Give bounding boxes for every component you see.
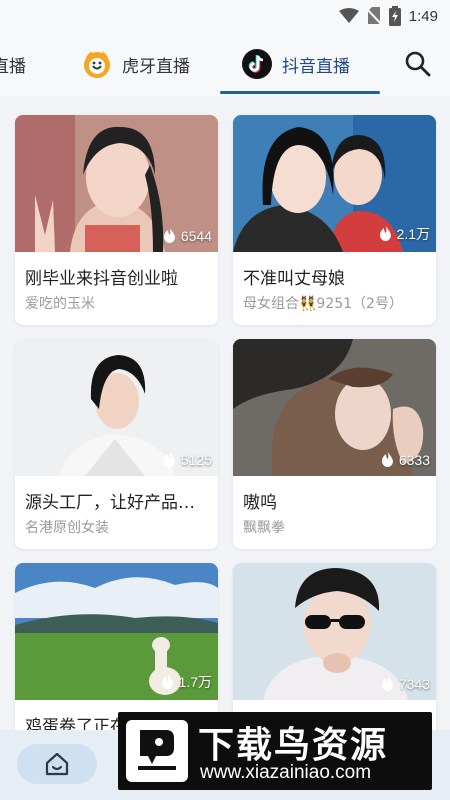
card-thumbnail: 1.7万 [15, 563, 218, 700]
live-room-card[interactable]: 6544 刚毕业来抖音创业啦 爱吃的玉米 [15, 115, 218, 325]
tab-partial[interactable]: 直播 [0, 32, 40, 96]
huya-logo-icon [84, 51, 110, 78]
heat-count: 2.1万 [396, 226, 430, 242]
card-thumbnail: 6333 [233, 339, 436, 476]
streamer-name: 爱吃的玉米 [25, 296, 95, 312]
fire-icon [163, 228, 175, 243]
card-thumbnail: 6544 [15, 115, 218, 252]
heat-indicator: 6333 [381, 452, 430, 468]
tab-label: 直播 [0, 56, 26, 77]
card-thumbnail: 5125 [15, 339, 218, 476]
live-room-card[interactable]: 5125 源头工厂，让好产品… 名港原创女装 [15, 339, 218, 549]
heat-count: 5125 [180, 452, 212, 468]
active-tab-indicator [220, 91, 380, 94]
nav-home-button[interactable] [17, 744, 97, 784]
room-title: 不准叫丈母娘 [243, 269, 345, 289]
room-title: 源头工厂，让好产品… [25, 493, 195, 513]
card-thumbnail: 7343 [233, 563, 436, 700]
no-sim-icon [366, 7, 381, 25]
fire-icon [381, 452, 393, 467]
heat-indicator: 5125 [163, 452, 212, 468]
douyin-logo-icon [242, 49, 272, 79]
streamer-name: 飘飘拳 [243, 520, 285, 536]
tab-huya-live[interactable]: 虎牙直播 [82, 32, 190, 96]
battery-icon [388, 6, 401, 26]
search-button[interactable] [404, 50, 432, 78]
platform-tab-bar: 直播 虎牙直播 抖音直播 [0, 32, 450, 96]
heat-count: 7343 [398, 676, 430, 692]
heat-count: 1.7万 [178, 674, 212, 690]
fire-icon [161, 674, 173, 689]
fire-icon [381, 676, 393, 691]
tab-douyin-live[interactable]: 抖音直播 [242, 32, 350, 96]
fire-icon [379, 226, 391, 241]
status-time: 1:49 [408, 7, 438, 25]
card-thumbnail: 2.1万 [233, 115, 436, 252]
watermark-title: 下载鸟资源 [198, 725, 389, 766]
streamer-name: 名港原创女装 [25, 520, 109, 536]
status-icons: 1:49 [338, 5, 438, 27]
tab-label: 虎牙直播 [122, 56, 190, 77]
heat-indicator: 2.1万 [379, 224, 430, 244]
heat-indicator: 7343 [381, 676, 430, 692]
fire-icon [163, 452, 175, 467]
streamer-name: 母女组合👯9251（2号） [243, 296, 403, 312]
status-bar: 1:49 [0, 0, 450, 32]
heat-indicator: 6544 [163, 228, 212, 244]
heat-count: 6333 [398, 452, 430, 468]
live-room-card[interactable]: 2.1万 不准叫丈母娘 母女组合👯9251（2号） [233, 115, 436, 325]
watermark-logo-icon [126, 720, 188, 782]
search-icon [405, 51, 431, 77]
room-title: 刚毕业来抖音创业啦 [25, 269, 178, 289]
watermark-url: www.xiazainiao.com [200, 762, 372, 783]
watermark-banner: 下载鸟资源 www.xiazainiao.com [118, 712, 432, 790]
tab-label: 抖音直播 [282, 56, 350, 77]
live-room-card[interactable]: 6333 嗷呜 飘飘拳 [233, 339, 436, 549]
wifi-icon [338, 8, 359, 23]
heat-count: 6544 [180, 228, 212, 244]
room-title: 嗷呜 [243, 493, 277, 513]
heat-indicator: 1.7万 [161, 672, 212, 692]
home-icon [45, 752, 69, 776]
